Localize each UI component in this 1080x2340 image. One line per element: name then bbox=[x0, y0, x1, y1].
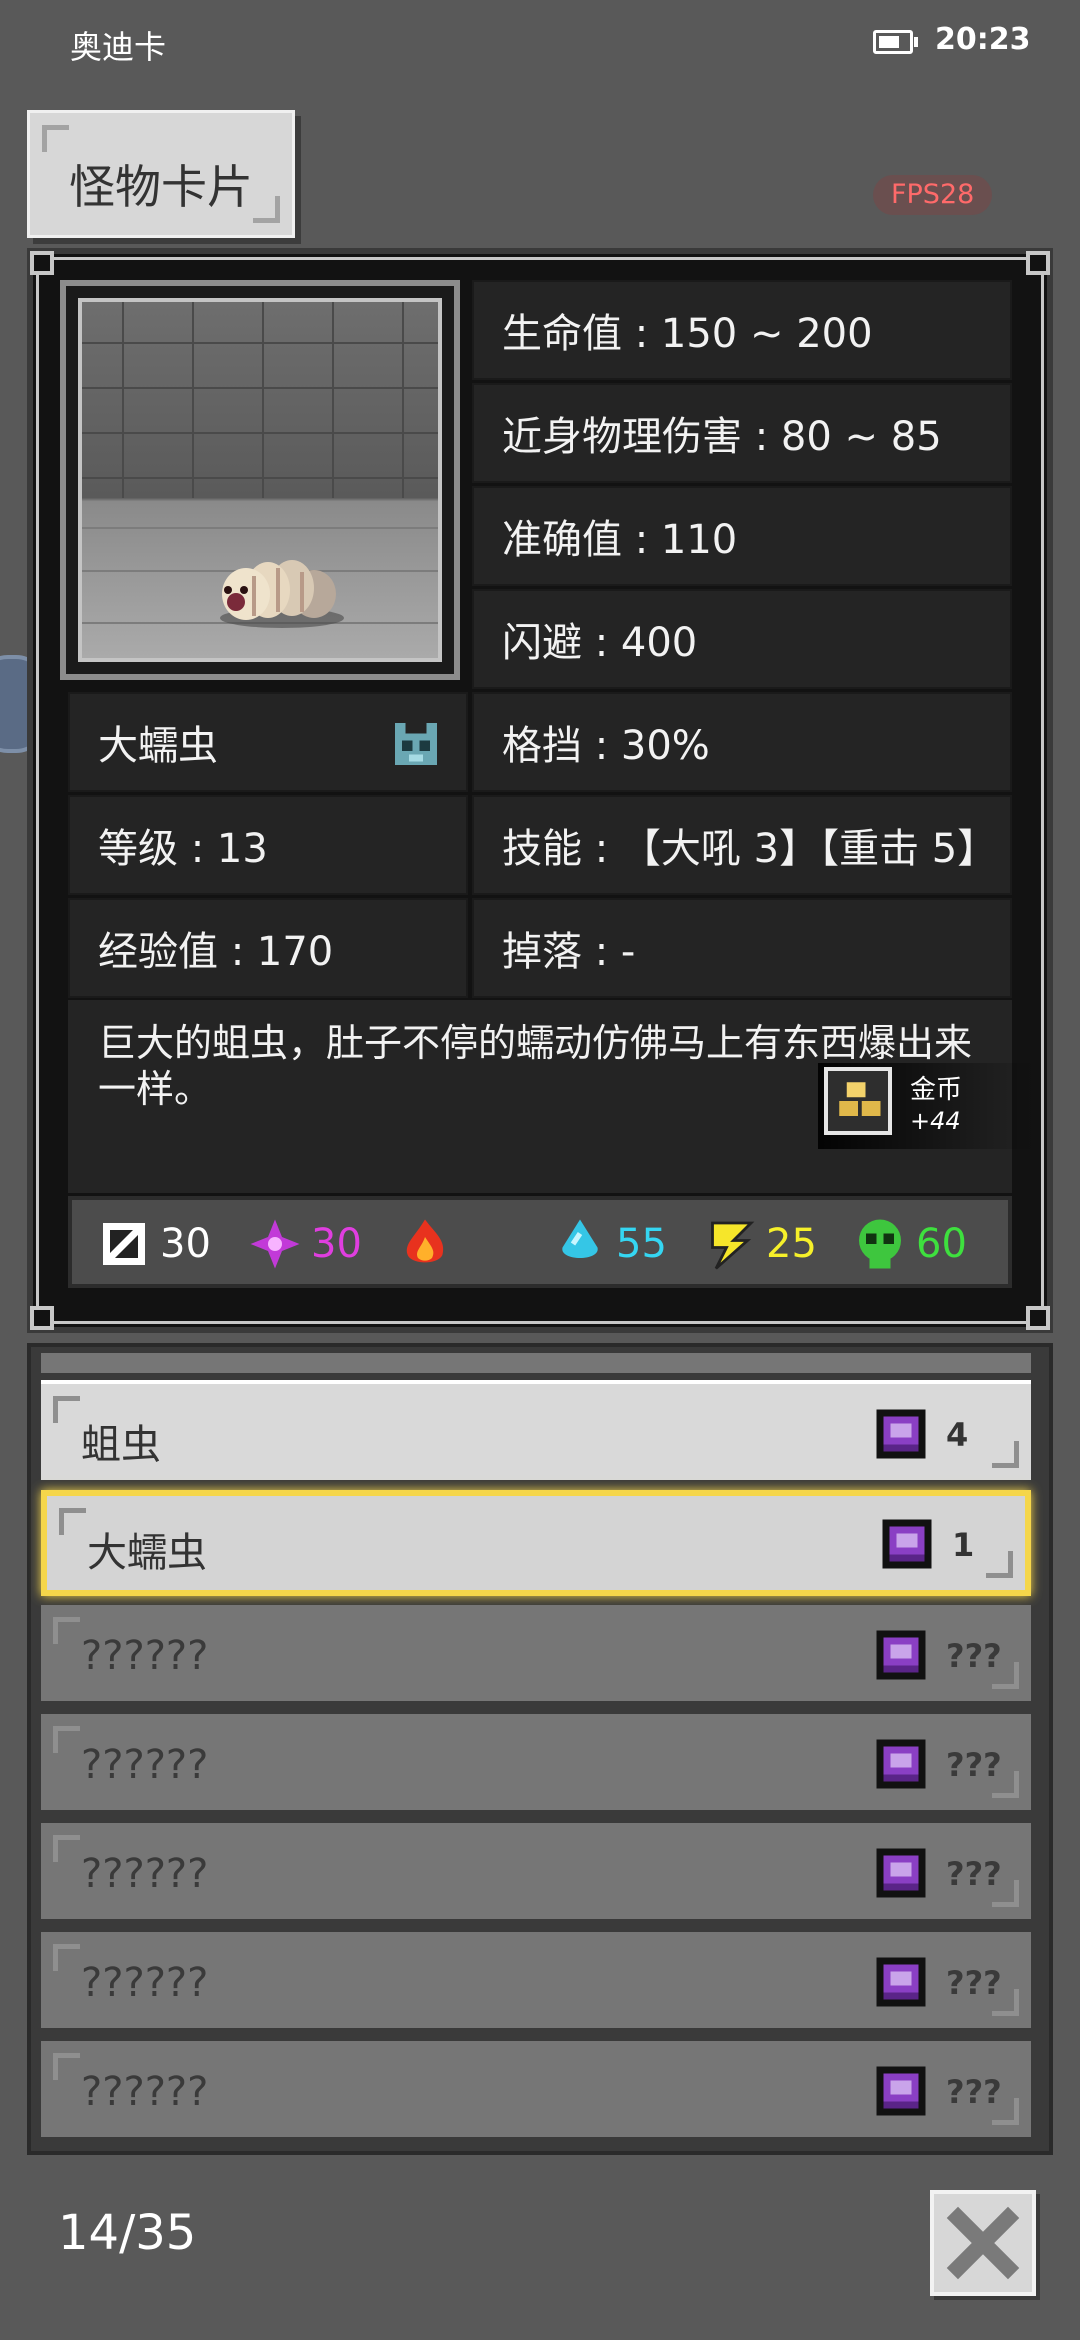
list-item-count: ??? bbox=[946, 2073, 1002, 2111]
magic-icon bbox=[250, 1219, 300, 1269]
app-name: 奥迪卡 bbox=[70, 28, 167, 66]
stat-accuracy: 准确值 : 110 bbox=[472, 486, 1012, 586]
monster-card-icon bbox=[876, 1739, 926, 1789]
list-item-count: ??? bbox=[946, 1855, 1002, 1893]
list-partial-row bbox=[41, 1353, 1031, 1373]
list-item[interactable]: ?????? ??? bbox=[41, 1605, 1031, 1705]
list-item-name: ?????? bbox=[81, 2069, 209, 2115]
stat-drops: 掉落 : - bbox=[472, 898, 1012, 998]
resistance-fire bbox=[397, 1216, 461, 1272]
resistance-poison: 60 bbox=[852, 1216, 967, 1272]
drop-item[interactable]: 金币 +44 bbox=[818, 1063, 1038, 1149]
list-item-name: ?????? bbox=[81, 1633, 209, 1679]
resistance-lightning-value: 25 bbox=[766, 1221, 817, 1267]
monster-card-icon bbox=[876, 1848, 926, 1898]
monster-name-cell: 大蠕虫 bbox=[68, 692, 468, 792]
title-tab: 怪物卡片 bbox=[27, 110, 295, 238]
list-item-name: 蛆虫 bbox=[81, 1422, 161, 1468]
drop-count: +44 bbox=[910, 1107, 961, 1135]
monster-card-icon bbox=[876, 1957, 926, 2007]
page-title: 怪物卡片 bbox=[69, 160, 253, 214]
resistance-physical-value: 30 bbox=[160, 1221, 211, 1267]
list-item-count: ??? bbox=[946, 1637, 1002, 1675]
list-item[interactable]: ?????? ??? bbox=[41, 1823, 1031, 1923]
page-counter: 14/35 bbox=[58, 2205, 197, 2261]
stat-hp: 生命值 : 150 ~ 200 bbox=[472, 280, 1012, 380]
monster-card-icon bbox=[882, 1519, 932, 1569]
resistance-magic: 30 bbox=[247, 1216, 362, 1272]
list-item[interactable]: ?????? ??? bbox=[41, 1932, 1031, 2032]
drop-name: 金币 bbox=[910, 1075, 963, 1105]
monster-portrait bbox=[60, 280, 460, 680]
stat-skills: 技能 : 【大吼 3】【重击 5】 bbox=[472, 795, 1012, 895]
resistance-lightning: 25 bbox=[702, 1216, 817, 1272]
resistance-water-value: 55 bbox=[616, 1221, 667, 1267]
list-item-count: 4 bbox=[946, 1416, 969, 1454]
list-item-name: ?????? bbox=[81, 1851, 209, 1897]
list-item[interactable]: ?????? ??? bbox=[41, 1714, 1031, 1814]
list-item-name: 大蠕虫 bbox=[87, 1530, 207, 1576]
cat-mask-icon bbox=[395, 723, 437, 765]
list-item[interactable]: 蛆虫 4 bbox=[41, 1380, 1031, 1480]
stat-evasion: 闪避 : 400 bbox=[472, 589, 1012, 689]
resistance-bar: 30 30 55 25 60 bbox=[68, 1196, 1012, 1288]
resistance-magic-value: 30 bbox=[311, 1221, 362, 1267]
list-item-count: ??? bbox=[946, 1964, 1002, 2002]
list-item-selected[interactable]: 大蠕虫 1 bbox=[41, 1490, 1031, 1596]
resistance-water: 55 bbox=[552, 1216, 667, 1272]
list-item[interactable]: ?????? ??? bbox=[41, 2041, 1031, 2141]
list-item-count: 1 bbox=[952, 1526, 975, 1564]
fire-icon bbox=[406, 1219, 444, 1263]
physical-icon bbox=[103, 1223, 145, 1265]
lightning-icon bbox=[711, 1221, 755, 1270]
battery-icon bbox=[873, 30, 918, 54]
water-icon bbox=[562, 1219, 598, 1258]
gold-coins-icon bbox=[824, 1067, 892, 1135]
stat-block: 格挡 : 30% bbox=[472, 692, 1012, 792]
monster-exp: 经验值 : 170 bbox=[68, 898, 468, 998]
monster-level: 等级 : 13 bbox=[68, 795, 468, 895]
monster-card-icon bbox=[876, 1409, 926, 1459]
resistance-poison-value: 60 bbox=[916, 1221, 967, 1267]
resistance-physical: 30 bbox=[96, 1216, 211, 1272]
list-item-name: ?????? bbox=[81, 1742, 209, 1788]
stat-melee-damage: 近身物理伤害 : 80 ~ 85 bbox=[472, 383, 1012, 483]
monster-name: 大蠕虫 bbox=[98, 723, 218, 769]
list-item-count: ??? bbox=[946, 1746, 1002, 1784]
poison-icon bbox=[859, 1219, 901, 1269]
monster-card-icon bbox=[876, 1630, 926, 1680]
fps-badge: FPS28 bbox=[873, 175, 993, 215]
grub-monster-icon bbox=[220, 560, 344, 628]
close-button[interactable] bbox=[930, 2190, 1036, 2296]
close-icon bbox=[946, 2206, 1020, 2280]
clock: 20:23 bbox=[935, 22, 1031, 57]
list-item-name: ?????? bbox=[81, 1960, 209, 2006]
monster-card-icon bbox=[876, 2066, 926, 2116]
